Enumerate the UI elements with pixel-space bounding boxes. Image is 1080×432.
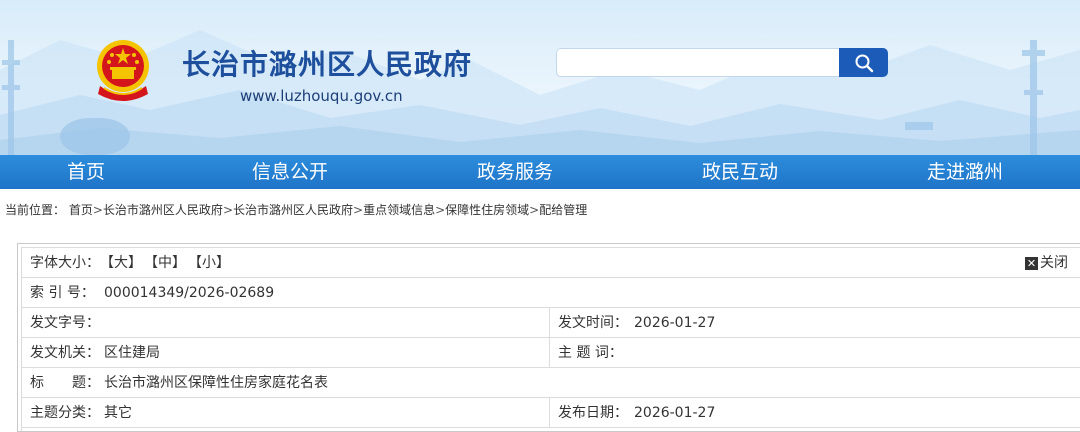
- publish-date-value: 2026-01-27: [634, 405, 716, 421]
- search-input[interactable]: [556, 48, 840, 77]
- nav-item-about-luzhou[interactable]: 走进潞州: [915, 155, 1015, 189]
- issuer-value: 区住建局: [104, 345, 160, 361]
- breadcrumb-separator: >: [435, 203, 446, 217]
- nav-item-info-disclosure[interactable]: 信息公开: [240, 155, 340, 189]
- title-row: 标 题： 长治市潞州区保障性住房家庭花名表: [22, 368, 1080, 398]
- index-label: 索 引 号：: [30, 285, 95, 301]
- site-title: 长治市潞州区人民政府: [182, 48, 473, 81]
- issue-time-label: 发文时间：: [558, 315, 628, 331]
- column-divider: [549, 338, 550, 368]
- nav-item-home[interactable]: 首页: [36, 155, 136, 189]
- breadcrumb-item-home[interactable]: 首页: [69, 203, 93, 217]
- font-size-large-button[interactable]: 【大】: [100, 248, 142, 278]
- column-divider: [549, 308, 550, 338]
- breadcrumb-separator: >: [222, 203, 233, 217]
- nav-item-interaction[interactable]: 政民互动: [690, 155, 790, 189]
- index-value: 000014349/2026-02689: [104, 285, 275, 301]
- breadcrumb-item-housing[interactable]: 保障性住房领域: [445, 203, 529, 217]
- search-button[interactable]: [839, 48, 888, 77]
- breadcrumb-separator: >: [92, 203, 103, 217]
- subject-words-label: 主 题 词：: [558, 345, 623, 361]
- column-divider: [549, 398, 550, 428]
- breadcrumb: 当前位置： 首页>长治市潞州区人民政府>长治市潞州区人民政府>重点领域信息>保障…: [5, 200, 587, 220]
- document-info-panel: 字体大小： 【大】 【中】 【小】 ✕ 关闭 索 引 号： 000014349/…: [17, 243, 1080, 432]
- font-size-row: 字体大小： 【大】 【中】 【小】 ✕ 关闭: [22, 248, 1080, 278]
- breadcrumb-prefix: 当前位置：: [5, 203, 66, 217]
- title-label: 标 题：: [30, 375, 100, 391]
- font-size-medium-button[interactable]: 【中】: [144, 248, 186, 278]
- close-label: 关闭: [1040, 255, 1068, 271]
- title-value: 长治市潞州区保障性住房家庭花名表: [104, 375, 328, 391]
- doc-no-row: 发文字号： 发文时间： 2026-01-27: [22, 308, 1080, 338]
- issue-time-value: 2026-01-27: [634, 315, 716, 331]
- publish-date-label: 发布日期：: [558, 405, 628, 421]
- main-nav: 首页 信息公开 政务服务 政民互动 走进潞州: [0, 155, 1080, 189]
- breadcrumb-item-key-areas[interactable]: 重点领域信息: [363, 203, 435, 217]
- breadcrumb-item-gov[interactable]: 长治市潞州区人民政府: [103, 203, 223, 217]
- issuer-row: 发文机关： 区住建局 主 题 词：: [22, 338, 1080, 368]
- index-row: 索 引 号： 000014349/2026-02689: [22, 278, 1080, 308]
- nav-item-gov-services[interactable]: 政务服务: [465, 155, 565, 189]
- breadcrumb-separator: >: [353, 203, 364, 217]
- site-header: 长治市潞州区人民政府 www.luzhouqu.gov.cn: [0, 0, 1080, 155]
- close-icon: ✕: [1025, 256, 1038, 270]
- font-size-label: 字体大小：: [30, 255, 100, 271]
- category-value: 其它: [104, 405, 132, 421]
- doc-no-label: 发文字号：: [30, 315, 100, 331]
- site-url: www.luzhouqu.gov.cn: [240, 87, 403, 105]
- breadcrumb-item-allocation[interactable]: 配给管理: [539, 203, 587, 217]
- close-button[interactable]: ✕ 关闭: [1025, 248, 1068, 278]
- font-size-small-button[interactable]: 【小】: [188, 248, 230, 278]
- issuer-label: 发文机关：: [30, 345, 100, 361]
- magnifier-icon: [855, 54, 873, 72]
- national-emblem-icon: [97, 40, 149, 101]
- category-row: 主题分类： 其它 发布日期： 2026-01-27: [22, 398, 1080, 428]
- breadcrumb-item-gov-2[interactable]: 长治市潞州区人民政府: [233, 203, 353, 217]
- breadcrumb-separator: >: [529, 203, 540, 217]
- banner-landscape: [0, 30, 1080, 155]
- category-label: 主题分类：: [30, 405, 100, 421]
